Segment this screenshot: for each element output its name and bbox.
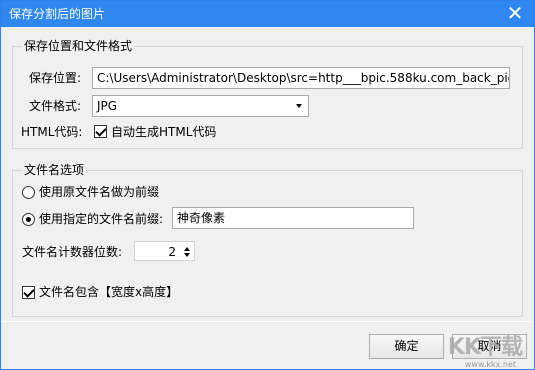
save-location-label: 保存位置:	[29, 71, 82, 85]
use-custom-prefix-radio[interactable]	[22, 213, 35, 226]
save-location-field[interactable]: C:\Users\Administrator\Desktop\src=http_…	[92, 67, 510, 89]
close-icon[interactable]: ✕	[506, 3, 524, 23]
chevron-down-icon	[296, 104, 302, 108]
filename-counter-spinner[interactable]: 2	[134, 241, 195, 261]
filename-options-group-title: 文件名选项	[22, 162, 87, 178]
html-code-label: HTML代码:	[21, 125, 83, 139]
window-title: 保存分割后的图片	[9, 7, 106, 21]
auto-generate-html-label: 自动生成HTML代码	[111, 125, 217, 139]
use-original-filename-label: 使用原文件名做为前缀	[39, 185, 160, 199]
filename-counter-value: 2	[168, 245, 176, 259]
include-size-label: 文件名包含【宽度x高度】	[39, 285, 179, 299]
ok-button[interactable]: 确定	[369, 334, 444, 359]
spin-up-icon[interactable]	[184, 247, 190, 251]
include-size-checkbox[interactable]	[22, 286, 35, 299]
save-location-format-group-title: 保存位置和文件格式	[22, 38, 135, 54]
use-original-filename-radio[interactable]	[22, 186, 35, 199]
spin-down-icon[interactable]	[184, 253, 190, 257]
watermark-url: www.kkx.net	[464, 360, 516, 369]
use-custom-prefix-label: 使用指定的文件名前缀:	[39, 212, 164, 226]
watermark-logo: KK下载	[447, 335, 523, 360]
auto-generate-html-checkbox[interactable]	[94, 125, 107, 138]
title-bar: 保存分割后的图片 ✕	[1, 1, 534, 27]
file-format-select[interactable]: JPG	[92, 95, 309, 117]
file-format-label: 文件格式:	[29, 99, 82, 113]
dialog-footer: 确定 取消 KK下载 www.kkx.net	[1, 321, 534, 369]
save-split-images-dialog: 保存分割后的图片 ✕ 保存位置和文件格式 保存位置: C:\Users\Admi…	[0, 0, 535, 370]
file-format-value: JPG	[97, 99, 118, 113]
filename-counter-label: 文件名计数器位数:	[22, 245, 123, 259]
custom-prefix-input[interactable]: 神奇像素	[172, 207, 414, 229]
